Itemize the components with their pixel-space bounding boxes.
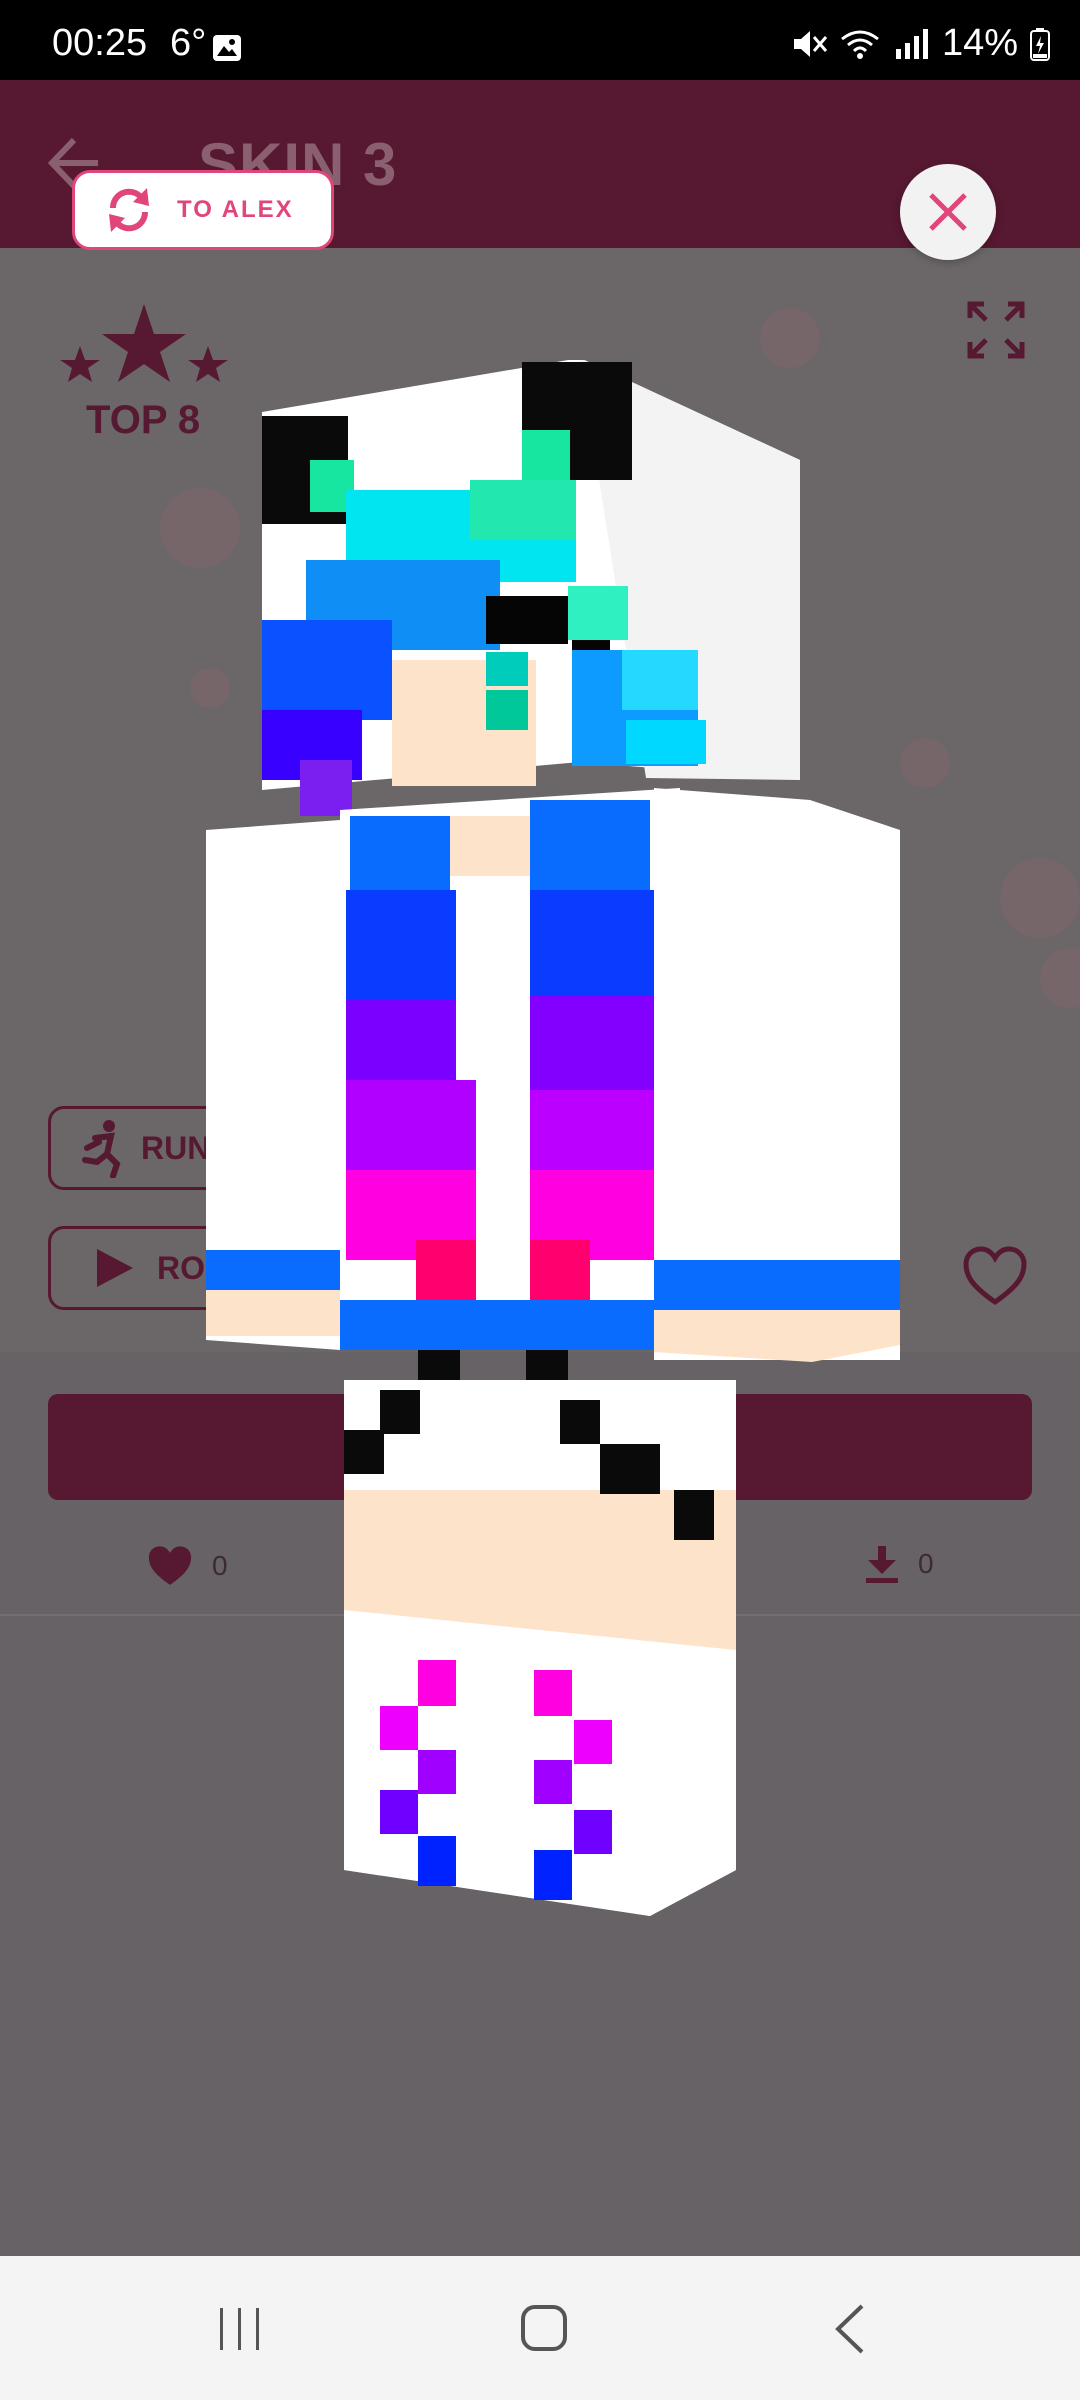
refresh-icon — [109, 188, 149, 232]
rotate-label: RO — [157, 1249, 205, 1286]
running-person-icon — [82, 1120, 121, 1178]
status-time: 00:25 — [52, 22, 148, 64]
close-icon — [929, 193, 967, 231]
recent-apps-icon[interactable] — [216, 2306, 264, 2352]
status-temperature: 6° — [170, 22, 207, 64]
signal-icon — [895, 28, 928, 59]
wifi-icon — [841, 30, 879, 59]
switch-model-label: TO ALEX — [177, 196, 294, 223]
fullscreen-icon[interactable] — [966, 300, 1026, 360]
status-right-cluster: 14% — [792, 22, 1050, 65]
battery-percent: 14% — [941, 22, 1018, 64]
back-icon[interactable] — [832, 2304, 866, 2354]
gallery-notification-icon — [213, 35, 241, 61]
heart-filled-icon — [148, 1546, 192, 1585]
switch-to-alex-button[interactable]: TO ALEX — [72, 170, 334, 250]
battery-icon — [1030, 27, 1050, 61]
rank-label: TOP 8 — [86, 398, 201, 442]
downloads-count: 0 — [918, 1548, 934, 1579]
mute-icon — [793, 30, 828, 57]
heart-outline-icon[interactable] — [962, 1246, 1028, 1306]
skin-3d-model[interactable] — [200, 360, 910, 1920]
close-preview-button[interactable] — [900, 164, 996, 260]
status-bar: 00:25 6° 14% — [0, 0, 1080, 80]
play-icon — [97, 1249, 133, 1287]
home-icon[interactable] — [520, 2304, 568, 2352]
